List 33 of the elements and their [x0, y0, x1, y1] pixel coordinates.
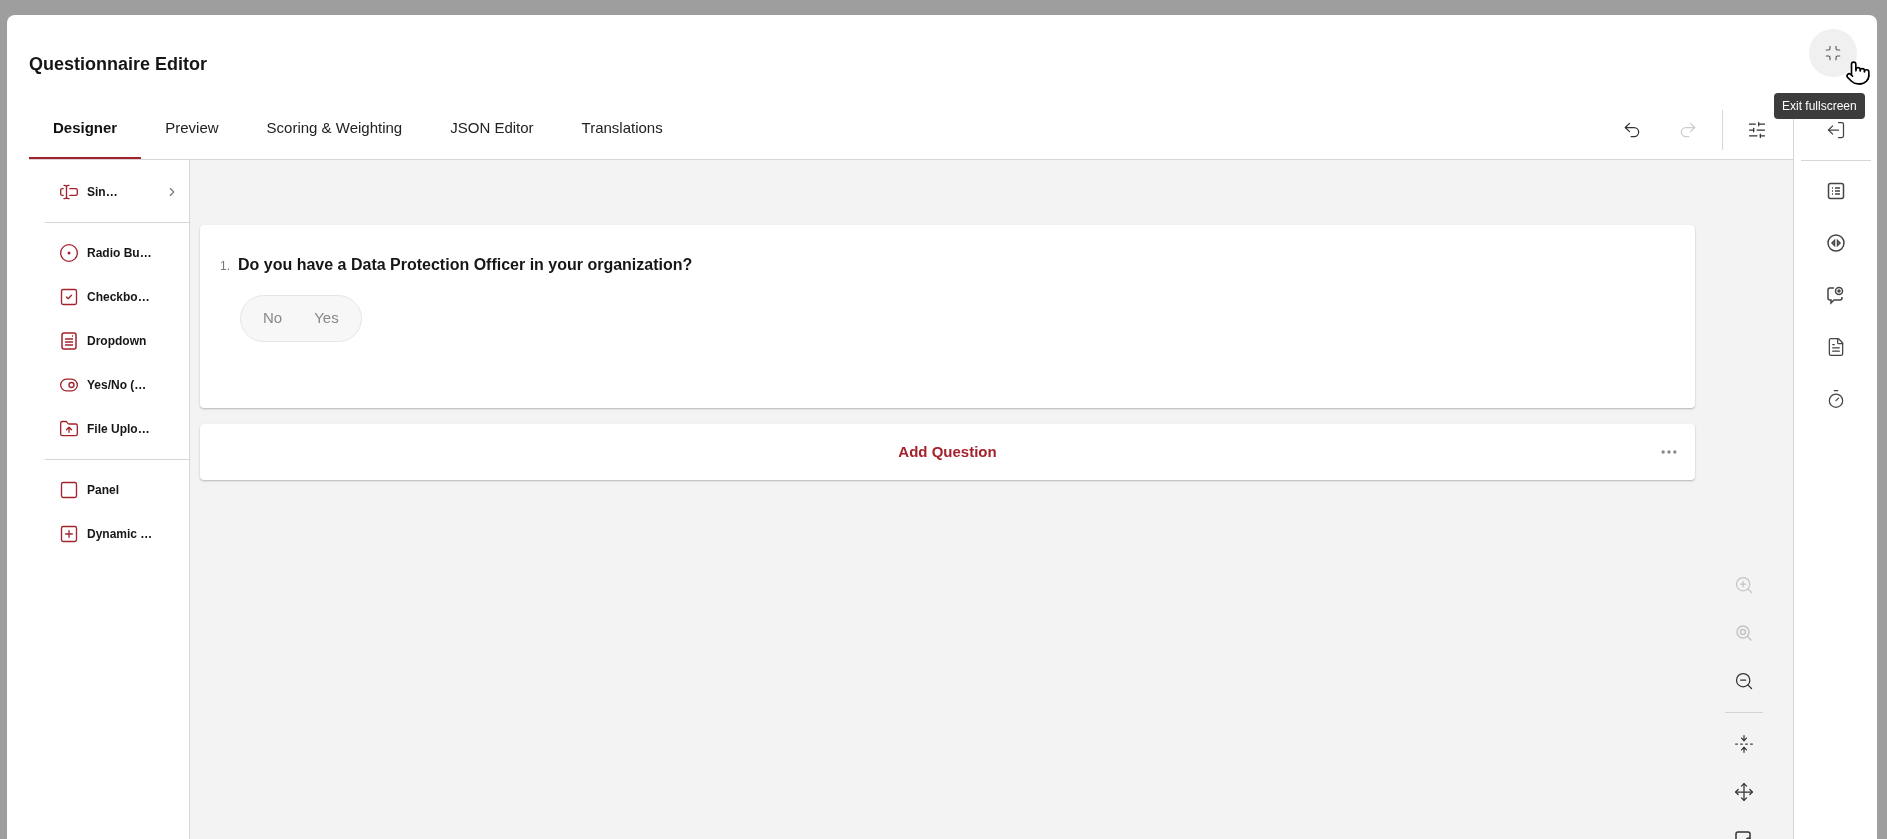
exit-icon	[1825, 120, 1846, 140]
exit-fullscreen-button[interactable]	[1809, 28, 1857, 77]
list-icon	[1825, 181, 1846, 201]
radio-icon	[59, 243, 79, 263]
square-plus-icon	[59, 524, 79, 544]
hand-cursor-icon	[1845, 60, 1871, 86]
tab[interactable]: Preview	[141, 100, 243, 159]
exit-fullscreen-icon	[1824, 43, 1842, 62]
tab[interactable]: Designer	[29, 100, 142, 159]
settings-icon	[1747, 119, 1767, 140]
toolbox-item[interactable]: Dropdown	[45, 319, 189, 363]
square-icon	[59, 480, 79, 500]
message-gear-icon	[1825, 285, 1846, 305]
folder-upload-icon	[59, 419, 79, 439]
tab[interactable]: JSON Editor	[426, 100, 558, 159]
dialog-title: Questionnaire Editor	[29, 53, 208, 76]
tooltip: Exit fullscreen	[1774, 93, 1865, 119]
dropdown-icon	[59, 331, 79, 351]
text-input-icon	[59, 182, 79, 202]
add-question-button[interactable]: Add Question	[890, 436, 1005, 468]
toolbox-item[interactable]: Yes/No (…	[45, 363, 189, 407]
tab[interactable]: Scoring & Weighting	[242, 100, 427, 159]
toolbox-item[interactable]: Dynamic …	[45, 512, 189, 556]
toolbox-item[interactable]: Radio Bu…	[45, 231, 189, 275]
question-title: Do you have a Data Protection Officer in your organization?	[238, 255, 693, 275]
toolbox-item[interactable]: File Uplo…	[45, 407, 189, 451]
toolbox-item[interactable]: Checkbo…	[45, 275, 189, 319]
tab[interactable]: Translations	[557, 100, 687, 159]
question-number: 1.	[220, 258, 230, 275]
toolbox-item[interactable]: Sin…	[45, 170, 189, 214]
toolbox-item[interactable]: Panel	[45, 468, 189, 512]
checkbox-icon	[59, 287, 79, 307]
circle-arrows-icon	[1825, 233, 1846, 253]
